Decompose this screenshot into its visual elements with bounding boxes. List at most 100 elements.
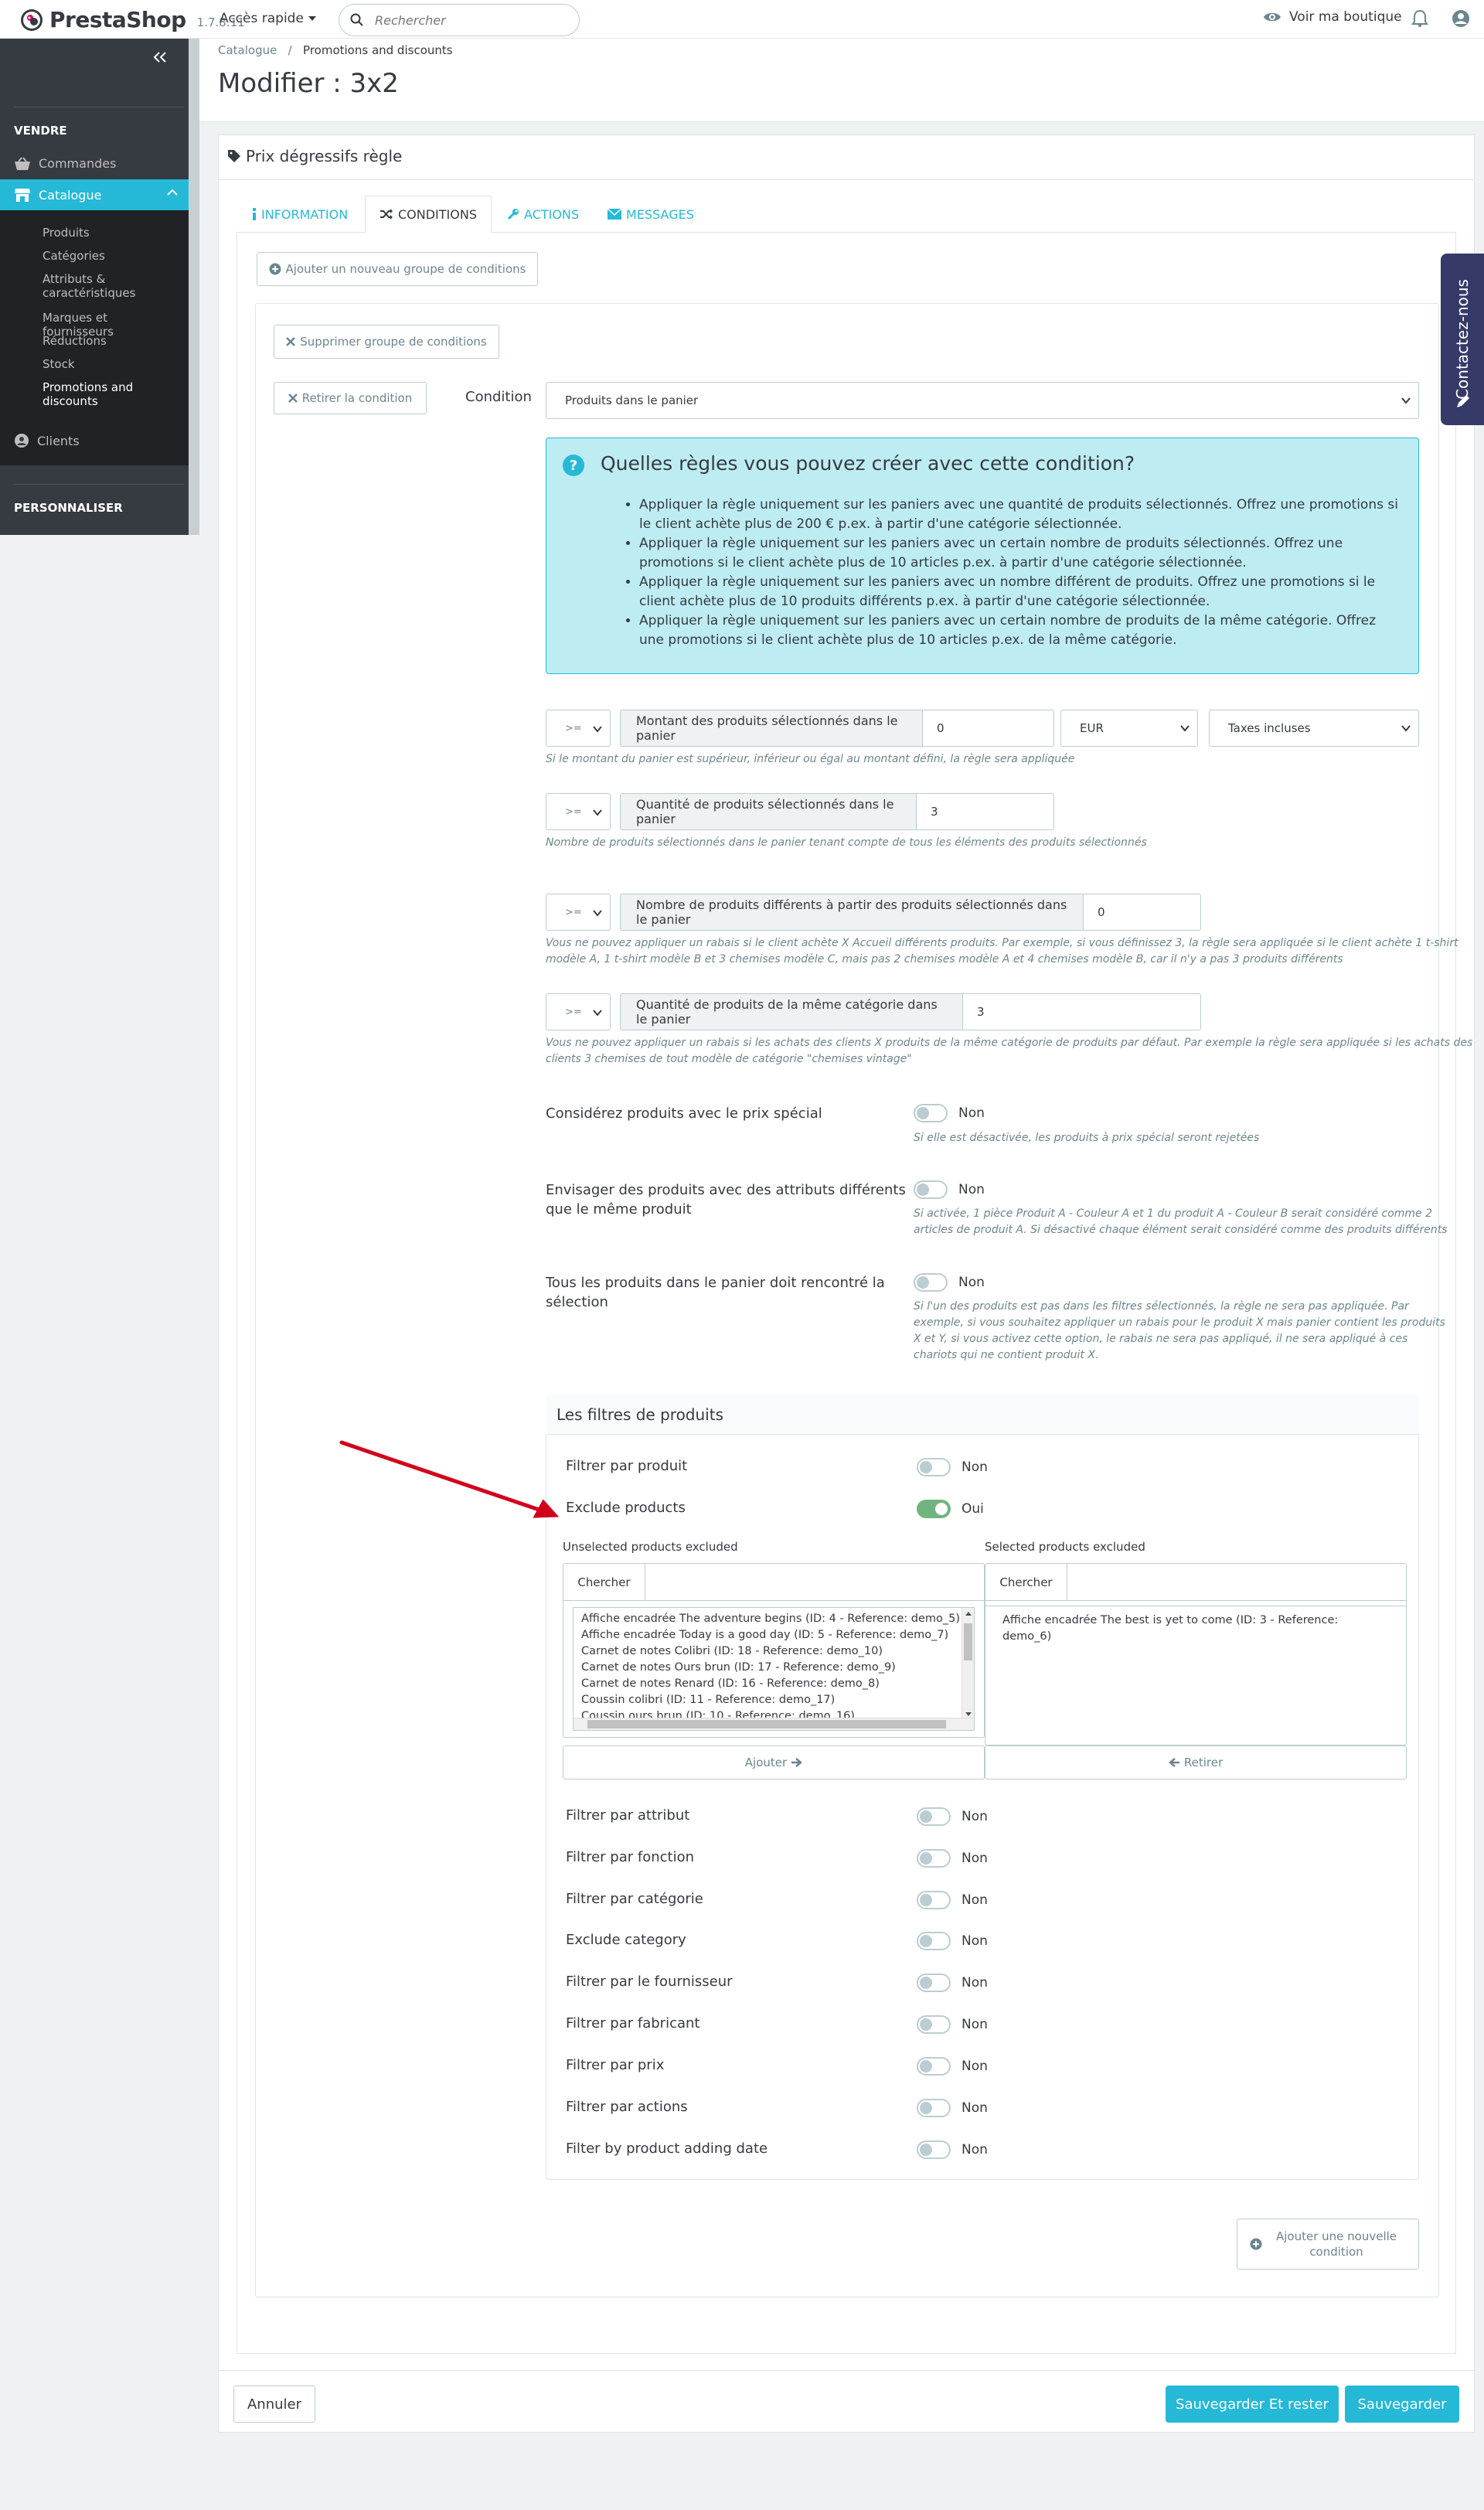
vertical-scrollbar[interactable]: [962, 1608, 974, 1730]
sidebar-scrollbar[interactable]: [189, 39, 199, 535]
toggle-track: [917, 1849, 951, 1868]
question-circle-icon: ?: [563, 455, 584, 476]
add-excluded-product-button[interactable]: Ajouter: [563, 1745, 985, 1779]
list-item[interactable]: Carnet de notes Renard (ID: 16 - Referen…: [581, 1676, 966, 1692]
collapse-sidebar-button[interactable]: [151, 51, 168, 63]
add-condition-group-button[interactable]: Ajouter un nouveau groupe de conditions: [257, 252, 538, 286]
cancel-button[interactable]: Annuler: [233, 2386, 315, 2423]
submenu-products[interactable]: Produits: [43, 226, 182, 240]
list-item[interactable]: Affiche encadrée The adventure begins (I…: [581, 1611, 966, 1627]
quick-access-menu[interactable]: Accès rapide: [220, 11, 316, 26]
chevron-down-icon: [593, 726, 602, 733]
breadcrumb-catalog[interactable]: Catalogue: [218, 43, 277, 57]
list-item[interactable]: Coussin colibri (ID: 11 - Reference: dem…: [581, 1692, 966, 1708]
sidebar-item-catalog[interactable]: Catalogue: [0, 179, 189, 210]
filter-adding-date-toggle[interactable]: Non: [917, 2140, 988, 2159]
filter-by-product-label: Filtrer par produit: [566, 1458, 688, 1474]
submenu-categories[interactable]: Catégories: [43, 249, 182, 263]
toggle-track: [917, 1807, 951, 1826]
tab-conditions-label: CONDITIONS: [398, 206, 477, 222]
attributes-help-line1: Si activée, 1 pièce Produit A - Couleur …: [914, 1207, 1433, 1220]
delete-group-button[interactable]: Supprimer groupe de conditions: [274, 325, 499, 359]
save-button[interactable]: Sauvegarder: [1345, 2386, 1459, 2423]
filter-by-product-toggle[interactable]: Non: [917, 1458, 988, 1476]
attributes-label-line1: Envisager des produits avec des attribut…: [546, 1182, 906, 1198]
chevron-down-icon: [593, 809, 602, 816]
samecat-operator-select[interactable]: >=: [546, 993, 611, 1030]
search-box[interactable]: [339, 4, 580, 36]
list-item[interactable]: Affiche encadrée The best is yet to come…: [1002, 1613, 1389, 1645]
chevron-up-icon: [167, 189, 178, 196]
horizontal-scrollbar[interactable]: [574, 1718, 974, 1730]
view-shop-link[interactable]: Voir ma boutique: [1263, 9, 1402, 25]
picker-search-tab[interactable]: Chercher: [563, 1564, 645, 1601]
prestashop-logo[interactable]: PrestaShop 1.7.8.11: [20, 7, 245, 32]
currency-select[interactable]: EUR: [1060, 710, 1198, 747]
list-item[interactable]: Carnet de notes Colibri (ID: 18 - Refere…: [581, 1643, 966, 1660]
eye-icon: [1264, 12, 1281, 22]
all-products-help-line3: X et Y, si vous activez cette option, le…: [914, 1333, 1408, 1345]
toggle-track: [917, 2099, 951, 2117]
filter-actions-toggle[interactable]: Non: [917, 2099, 988, 2117]
svg-text:?: ?: [570, 458, 577, 474]
diff-operator-select[interactable]: >=: [546, 894, 611, 931]
tax-select[interactable]: Taxes incluses: [1209, 710, 1419, 747]
catalog-submenu: Produits Catégories Attributs & caractér…: [0, 210, 189, 465]
save-and-stay-button[interactable]: Sauvegarder Et rester: [1166, 2386, 1339, 2423]
qty-operator-select[interactable]: >=: [546, 793, 611, 830]
add-condition-button[interactable]: Ajouter une nouvelle condition: [1237, 2219, 1419, 2270]
amount-input[interactable]: 0: [923, 710, 1054, 747]
qty-input[interactable]: 3: [917, 793, 1054, 830]
diff-help-line1: Vous ne pouvez appliquer un rabais si le…: [546, 937, 1458, 949]
user-menu-button[interactable]: [1452, 9, 1470, 28]
filter-category-toggle[interactable]: Non: [917, 1891, 988, 1909]
toggle-value: Non: [958, 1275, 985, 1290]
plus-circle-icon: [269, 263, 281, 275]
notifications-button[interactable]: [1411, 9, 1428, 28]
exclude-category-toggle[interactable]: Non: [917, 1932, 988, 1950]
submenu-discounts[interactable]: Réductions: [43, 334, 182, 348]
tab-conditions[interactable]: CONDITIONS: [365, 196, 492, 233]
help-item: Appliquer la règle uniquement sur les pa…: [639, 573, 1404, 611]
filter-supplier-toggle[interactable]: Non: [917, 1974, 988, 1992]
remove-excluded-product-button[interactable]: Retirer: [985, 1745, 1407, 1779]
picker-tabs: Chercher: [985, 1564, 1406, 1601]
submenu-stock[interactable]: Stock: [43, 357, 182, 371]
scroll-thumb[interactable]: [964, 1623, 972, 1660]
search-input[interactable]: [375, 12, 560, 28]
amount-operator-select[interactable]: >=: [546, 710, 611, 747]
remove-button-label: Retirer: [1183, 1756, 1224, 1769]
attributes-toggle[interactable]: Non: [914, 1180, 985, 1199]
panel-divider: [219, 179, 1474, 180]
samecat-input[interactable]: 3: [963, 993, 1201, 1030]
operator-value: >=: [565, 805, 582, 818]
picker-search-tab[interactable]: Chercher: [985, 1564, 1067, 1601]
list-item[interactable]: Affiche encadrée Today is a good day (ID…: [581, 1627, 966, 1643]
submenu-attributes[interactable]: Attributs & caractéristiques: [43, 272, 182, 300]
condition-type-select[interactable]: Produits dans le panier: [546, 382, 1419, 419]
diff-input[interactable]: 0: [1084, 894, 1201, 931]
unselected-products-list[interactable]: Affiche encadrée The adventure begins (I…: [573, 1607, 975, 1731]
filter-price-toggle[interactable]: Non: [917, 2057, 988, 2076]
arrow-right-icon: [791, 1758, 803, 1767]
tab-information[interactable]: INFORMATION: [252, 196, 348, 233]
scroll-thumb[interactable]: [587, 1720, 946, 1728]
exclude-products-toggle[interactable]: Oui: [917, 1500, 984, 1518]
contact-us-tab[interactable]: Contactez-nous: [1441, 254, 1484, 425]
filter-manufacturer-toggle[interactable]: Non: [917, 2015, 988, 2034]
remove-condition-button[interactable]: Retirer la condition: [274, 382, 427, 414]
submenu-promotions[interactable]: Promotions and discounts: [43, 380, 151, 408]
tab-actions[interactable]: ACTIONS: [507, 196, 579, 233]
tab-messages[interactable]: MESSAGES: [608, 196, 694, 233]
filter-attribute-toggle[interactable]: Non: [917, 1807, 988, 1826]
qty-help: Nombre de produits sélectionnés dans le …: [546, 836, 1147, 849]
list-item[interactable]: Carnet de notes Ours brun (ID: 17 - Refe…: [581, 1660, 966, 1676]
filter-feature-toggle[interactable]: Non: [917, 1849, 988, 1868]
toggle-value: Non: [958, 1182, 985, 1197]
sidebar-item-clients[interactable]: Clients: [14, 433, 80, 448]
selected-products-list[interactable]: Affiche encadrée The best is yet to come…: [985, 1606, 1406, 1742]
special-price-toggle[interactable]: Non: [914, 1104, 985, 1122]
toggle-knob: [920, 1894, 932, 1906]
all-products-toggle[interactable]: Non: [914, 1273, 985, 1292]
sidebar-item-orders[interactable]: Commandes: [14, 156, 116, 171]
